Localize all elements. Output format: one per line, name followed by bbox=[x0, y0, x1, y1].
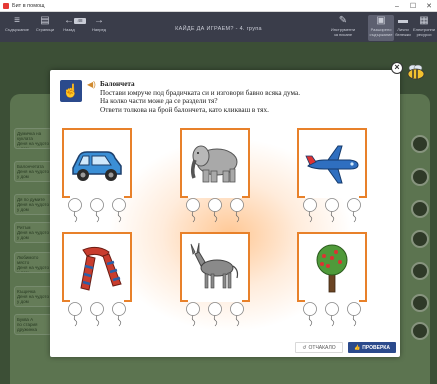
instruction-line-3: Ответи толкова на брой балончета, като к… bbox=[100, 105, 269, 114]
close-window-button[interactable]: ✕ bbox=[421, 0, 437, 12]
window-controls: – ☐ ✕ bbox=[389, 0, 437, 12]
toolbar-resources-button[interactable]: ▦ Електронни ресурси bbox=[412, 15, 436, 37]
airplane-icon bbox=[305, 145, 359, 184]
card-frame bbox=[180, 128, 250, 198]
reset-button-label: ОТЧАКАЛО bbox=[308, 344, 336, 351]
balloon-group bbox=[302, 198, 362, 223]
task-title: Балончета bbox=[100, 80, 135, 88]
balloon-group bbox=[67, 198, 127, 223]
maximize-button[interactable]: ☐ bbox=[405, 0, 421, 12]
check-button[interactable]: 👍 ПРОВЕРКА bbox=[348, 342, 396, 353]
balloon[interactable] bbox=[185, 302, 201, 327]
page-number: 48 bbox=[74, 18, 86, 24]
touch-hand-icon: ☝ bbox=[60, 80, 82, 102]
balloon[interactable] bbox=[207, 198, 223, 223]
picture-card-donkey bbox=[180, 232, 250, 327]
car-icon bbox=[72, 151, 122, 181]
speaker-icon[interactable]: ◀) bbox=[87, 80, 96, 89]
balloon[interactable] bbox=[229, 198, 245, 223]
balloon[interactable] bbox=[346, 302, 362, 327]
picture-card-tree bbox=[297, 232, 367, 327]
thumbs-up-icon: 👍 bbox=[354, 344, 361, 351]
picture-card-car bbox=[62, 128, 132, 223]
picture-card-elephant bbox=[180, 128, 250, 223]
balloon[interactable] bbox=[207, 302, 223, 327]
balloon[interactable] bbox=[89, 302, 105, 327]
balloon-group bbox=[185, 302, 245, 327]
balloon[interactable] bbox=[302, 302, 318, 327]
balloon[interactable] bbox=[67, 302, 83, 327]
toolbar-writing-tools-label: Инструменти за писане bbox=[330, 27, 356, 37]
balloon[interactable] bbox=[346, 198, 362, 223]
apple-tree-icon bbox=[316, 244, 348, 293]
window-titlebar: Бит в помощ – ☐ ✕ bbox=[0, 0, 437, 12]
balloon-group bbox=[185, 198, 245, 223]
instruction-line-1: Постави юмруче под брадичката си и изгов… bbox=[100, 88, 301, 97]
bee-icon bbox=[407, 64, 425, 80]
balloon[interactable] bbox=[89, 198, 105, 223]
balloon[interactable] bbox=[302, 198, 318, 223]
resources-icon: ▦ bbox=[419, 15, 429, 26]
picture-card-airplane bbox=[297, 128, 367, 223]
donkey-icon bbox=[190, 242, 239, 289]
balloon[interactable] bbox=[185, 198, 201, 223]
balloon[interactable] bbox=[324, 198, 340, 223]
window-title: Бит в помощ bbox=[12, 2, 45, 9]
toolbar-writing-tools-button[interactable]: ✎ Инструменти за писане bbox=[330, 15, 356, 37]
instruction-line-2: На колко части може да се раздели тя? bbox=[100, 97, 218, 106]
card-frame bbox=[62, 232, 132, 302]
card-frame bbox=[297, 232, 367, 302]
app-icon bbox=[3, 2, 9, 9]
card-frame bbox=[297, 128, 367, 198]
balloon[interactable] bbox=[229, 302, 245, 327]
exercise-dialog: ☝ ◀) Балончета Постави юмруче под брадич… bbox=[50, 70, 400, 357]
balloon-group bbox=[67, 302, 127, 327]
minimize-button[interactable]: – bbox=[389, 0, 405, 12]
balloon[interactable] bbox=[111, 302, 127, 327]
check-button-label: ПРОВЕРКА bbox=[362, 344, 390, 351]
toolbar-notes-label: Лични бележки bbox=[395, 27, 411, 37]
toolbar-resources-label: Електронни ресурси bbox=[413, 27, 435, 37]
balloon-group bbox=[302, 302, 362, 327]
balloon[interactable] bbox=[67, 198, 83, 223]
pen-icon: ✎ bbox=[338, 15, 348, 26]
elephant-icon bbox=[190, 145, 238, 183]
scarf-icon bbox=[80, 246, 122, 291]
reset-button[interactable]: ↺ ОТЧАКАЛО bbox=[295, 342, 343, 353]
close-dialog-button[interactable]: × bbox=[391, 62, 403, 74]
undo-icon: ↺ bbox=[302, 344, 307, 351]
balloon[interactable] bbox=[324, 302, 340, 327]
card-frame bbox=[180, 232, 250, 302]
picture-card-scarf bbox=[62, 232, 132, 327]
balloon[interactable] bbox=[111, 198, 127, 223]
toolbar: ≡ Съдържание ▤ Страници ← Назад 48 → Нап… bbox=[0, 12, 437, 42]
task-instructions: Балончета Постави юмруче под брадичката … bbox=[100, 80, 390, 114]
card-frame bbox=[62, 128, 132, 198]
